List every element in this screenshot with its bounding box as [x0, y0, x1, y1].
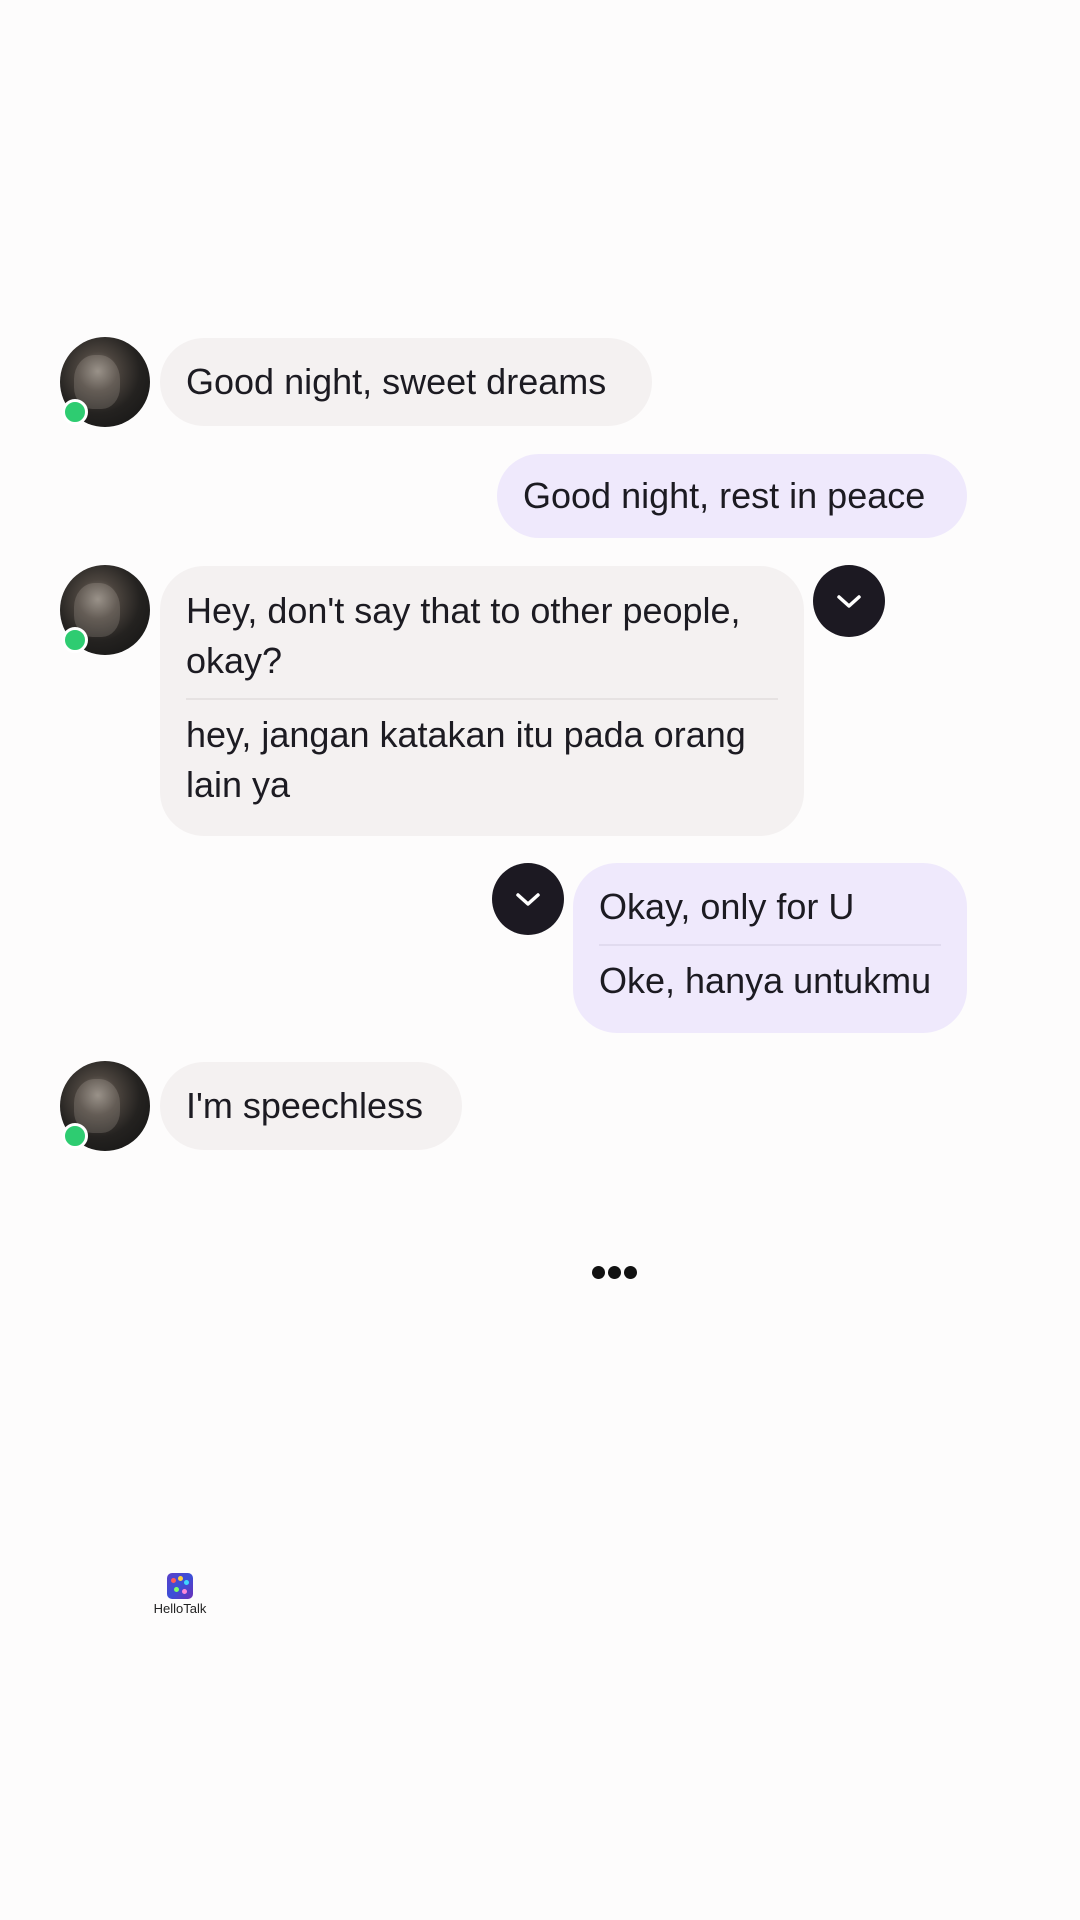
typing-indicator-icon — [592, 1266, 640, 1284]
message-options-button[interactable] — [492, 863, 564, 935]
watermark-text: HelloTalk — [153, 1601, 207, 1616]
message-bubble-outgoing[interactable]: Good night, rest in peace — [497, 454, 967, 538]
message-bubble-incoming[interactable]: I'm speechless — [160, 1062, 462, 1150]
online-status-dot — [62, 627, 88, 653]
chevron-down-icon — [837, 595, 861, 608]
message-translation: Oke, hanya untukmu — [599, 960, 932, 1001]
online-status-dot — [62, 1123, 88, 1149]
typing-dot — [624, 1266, 637, 1279]
typing-dot — [592, 1266, 605, 1279]
chevron-down-icon — [516, 893, 540, 906]
online-status-dot — [62, 399, 88, 425]
message-translation: hey, jangan katakan itu pada orang lain … — [186, 714, 746, 805]
message-text: Good night, rest in peace — [523, 475, 926, 516]
typing-dot — [608, 1266, 621, 1279]
message-text: Okay, only for U — [599, 886, 855, 927]
message-options-button[interactable] — [813, 565, 885, 637]
translation-divider — [599, 944, 941, 946]
contact-avatar[interactable] — [60, 1061, 150, 1151]
contact-avatar[interactable] — [60, 565, 150, 655]
message-text: Hey, don't say that to other people, oka… — [186, 590, 741, 681]
message-bubble-outgoing[interactable]: Okay, only for U Oke, hanya untukmu — [573, 863, 967, 1033]
contact-avatar[interactable] — [60, 337, 150, 427]
message-text: Good night, sweet dreams — [186, 361, 607, 402]
message-bubble-incoming[interactable]: Hey, don't say that to other people, oka… — [160, 566, 804, 836]
message-text: I'm speechless — [186, 1085, 423, 1126]
hellotalk-logo-icon — [167, 1573, 193, 1599]
message-bubble-incoming[interactable]: Good night, sweet dreams — [160, 338, 652, 426]
translation-divider — [186, 698, 778, 700]
watermark: HelloTalk — [150, 1573, 210, 1616]
